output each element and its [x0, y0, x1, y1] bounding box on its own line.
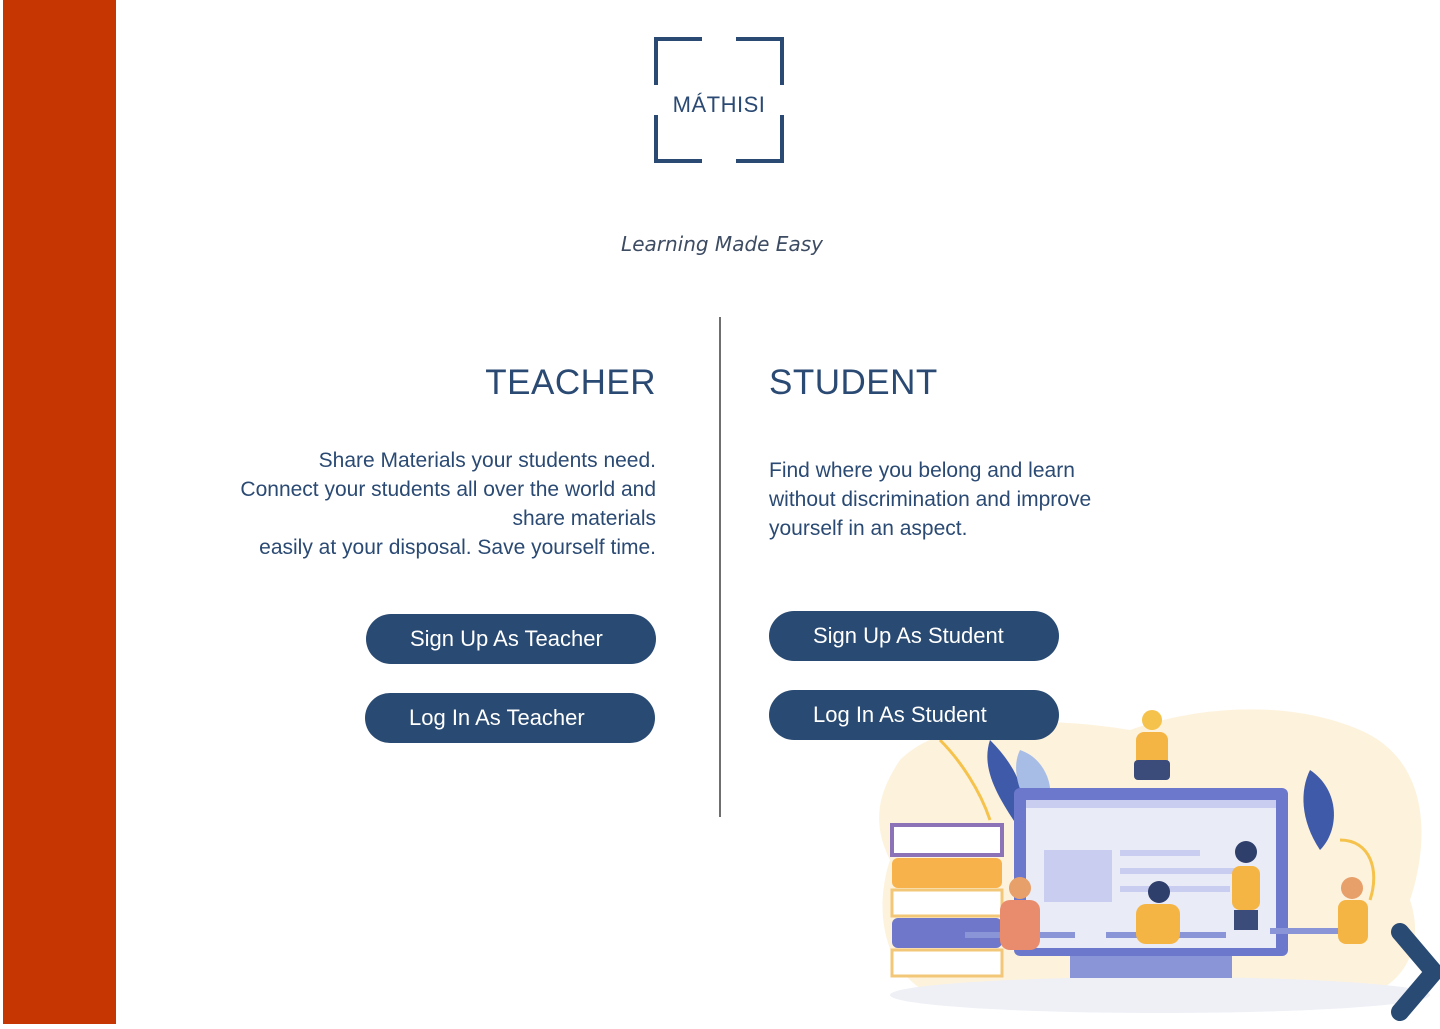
teacher-description-line: Share Materials your students need. [318, 449, 656, 472]
classroom-illustration [870, 700, 1440, 1024]
login-teacher-button[interactable]: Log In As Teacher [365, 693, 655, 743]
chevron-right-icon[interactable] [1386, 920, 1440, 1024]
teacher-description-line: easily at your disposal. Save yourself t… [259, 536, 656, 559]
student-description: Find where you belong and learn without … [769, 456, 1169, 543]
signup-teacher-button[interactable]: Sign Up As Teacher [366, 614, 656, 664]
logo-text: MÁTHISI [672, 92, 766, 117]
student-description-line: Find where you belong and learn [769, 459, 1075, 482]
teacher-description-line: share materials [512, 507, 656, 530]
side-accent-bar [3, 0, 116, 1024]
tagline: Learning Made Easy [621, 232, 823, 256]
student-description-line: without discrimination and improve [769, 488, 1092, 511]
mathisi-logo: MÁTHISI [652, 35, 786, 165]
student-description-line: yourself in an aspect. [769, 517, 968, 540]
teacher-description-line: Connect your students all over the world… [240, 478, 656, 501]
student-heading: STUDENT [769, 363, 938, 402]
signup-student-button[interactable]: Sign Up As Student [769, 611, 1059, 661]
login-student-button[interactable]: Log In As Student [769, 690, 1059, 740]
section-divider [719, 317, 721, 817]
teacher-description: Share Materials your students need. Conn… [156, 446, 656, 562]
teacher-heading: TEACHER [485, 363, 656, 402]
